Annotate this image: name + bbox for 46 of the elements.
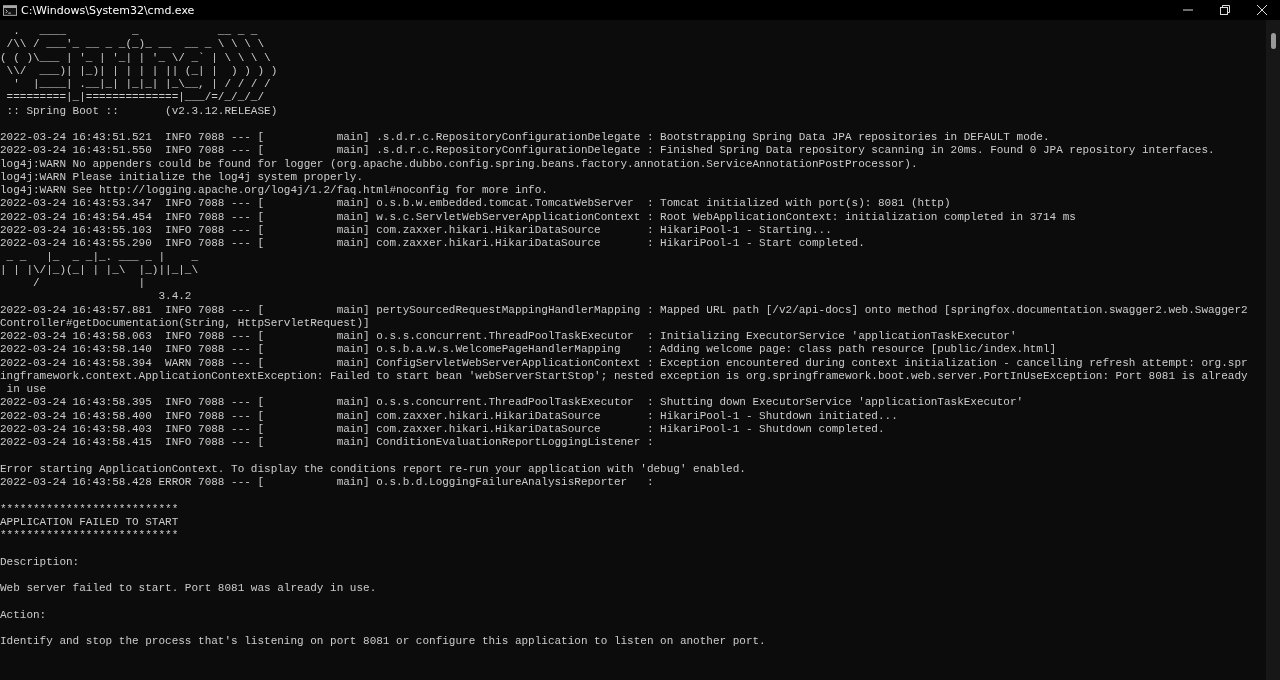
console-line: 2022-03-24 16:43:57.881 INFO 7088 --- [ main] pertySourcedRequestMappingHandlerMapping : Mapped URL path [/v2/api-docs] onto method [springfox.documentation.swagger2.web.Swagger2 <box>0 303 1248 317</box>
console-line: Error starting ApplicationContext. To display the conditions report re-run your application with 'debug' enabled. <box>0 462 746 477</box>
console-line: Description: <box>0 555 80 569</box>
scrollbar[interactable] <box>1266 20 1280 680</box>
console-line: 2022-03-24 16:43:51.550 INFO 7088 --- [ main] .s.d.r.c.RepositoryConfigurationDelegate : Finished Spring Data repository scanning in 20ms. Found 0 JPA repository interfaces. <box>0 144 1215 158</box>
scrollbar-thumb[interactable] <box>1270 33 1276 49</box>
console-line: 2022-03-24 16:43:53.347 INFO 7088 --- [ main] o.s.b.w.embedded.tomcat.TomcatWebServer : Tomcat initialized with port(s): 8081 (http) <box>0 197 951 211</box>
restore-icon[interactable] <box>1220 5 1230 15</box>
console-line: 2022-03-24 16:43:58.394 WARN 7088 --- [ main] ConfigServletWebServerApplicationContext : Exception encountered during context initialization - cancelling refresh attempt: org.spr <box>0 356 1248 370</box>
close-icon[interactable] <box>1257 5 1267 15</box>
console-line: *************************** <box>0 502 179 516</box>
console-line: APPLICATION FAILED TO START <box>0 515 179 530</box>
console-line: ' |____| .__|_| |_|_| |_\__, | / / / / <box>12 78 271 92</box>
console-line: log4j:WARN No appenders could be found for logger (org.apache.dubbo.config.spring.beans.factory.annotation.ServiceAnnotationPostProcessor). <box>0 157 918 171</box>
console-line: 2022-03-24 16:43:58.428 ERROR 7088 --- [ main] o.s.b.d.LoggingFailureAnalysisReporter : <box>0 476 654 490</box>
console-line: Action: <box>0 608 47 622</box>
console-line: 2022-03-24 16:43:58.395 INFO 7088 --- [ main] o.s.s.concurrent.ThreadPoolTaskExecutor : Shutting down ExecutorService 'applicationTaskExecutor' <box>0 396 1024 410</box>
console-line: | | |\/|_)(_| | |_\ |_)||_|_\ <box>0 263 199 278</box>
console-line: 2022-03-24 16:43:51.521 INFO 7088 --- [ main] .s.d.r.c.RepositoryConfigurationDelegate : Bootstrapping Spring Data JPA repositories in DEFAULT mode. <box>0 131 1050 145</box>
console-line: ingframework.context.ApplicationContextException: Failed to start bean 'webServerStartStop'; nested exception is org.springframework.boot.web.server.PortInUseException: Port 8081 is already <box>0 369 1248 384</box>
console-line: / | <box>32 277 146 291</box>
console-line: 2022-03-24 16:43:58.415 INFO 7088 --- [ main] ConditionEvaluationReportLoggingListener : <box>0 436 654 450</box>
console-line: *************************** <box>0 529 179 543</box>
console-line: \\/ ___)| |_)| | | | | || (_| | ) ) ) ) <box>5 64 278 79</box>
console-line: 2022-03-24 16:43:55.290 INFO 7088 --- [ main] com.zaxxer.hikari.HikariDataSource : HikariPool-1 - Start completed. <box>0 237 865 251</box>
console-line: log4j:WARN See http://logging.apache.org/log4j/1.2/faq.html#noconfig for more info. <box>0 184 548 198</box>
console-line: 2022-03-24 16:43:58.403 INFO 7088 --- [ main] com.zaxxer.hikari.HikariDataSource : HikariPool-1 - Shutdown completed. <box>0 422 885 437</box>
console-line: =========|_|==============|___/=/_/_/_/ <box>5 91 265 105</box>
console-line: Identify and stop the process that's listening on port 8081 or configure this application to listen on another port. <box>0 635 766 649</box>
console-line: Web server failed to start. Port 8081 was already in use. <box>0 582 377 596</box>
console-line: 2022-03-24 16:43:58.140 INFO 7088 --- [ main] o.s.b.a.w.s.WelcomePageHandlerMapping : Adding welcome page: class path resource [public/index.html] <box>0 343 1057 357</box>
console-line: ( ( )\___ | '_ | '_| | '_ \/ _` | \ \ \ \ <box>0 51 271 65</box>
console-line: 2022-03-24 16:43:58.063 INFO 7088 --- [ main] o.s.s.concurrent.ThreadPoolTaskExecutor : Initializing ExecutorService 'applicationTaskExecutor' <box>0 330 1017 344</box>
console-line: 2022-03-24 16:43:58.400 INFO 7088 --- [ main] com.zaxxer.hikari.HikariDataSource : HikariPool-1 - Shutdown initiated... <box>0 409 898 423</box>
console-line: 2022-03-24 16:43:54.454 INFO 7088 --- [ main] w.s.c.ServletWebServerApplicationContext : Root WebApplicationContext: initialization completed in 3714 ms <box>0 210 1076 224</box>
console-line: /\\ / ___'_ __ _ _(_)_ __ __ _ \ \ \ \ <box>5 38 265 52</box>
window-title: C:\Windows\System32\cmd.exe <box>21 3 195 17</box>
console-line: Controller#getDocumentation(String, HttpServletRequest)] <box>0 316 370 331</box>
console-line: 2022-03-24 16:43:55.103 INFO 7088 --- [ main] com.zaxxer.hikari.HikariDataSource : HikariPool-1 - Starting... <box>0 224 832 238</box>
terminal-icon <box>3 4 17 16</box>
console-line: :: Spring Boot :: (v2.3.12.RELEASE) <box>5 104 278 118</box>
console-line: log4j:WARN Please initialize the log4j system properly. <box>0 170 364 185</box>
console-line: . ____ _ __ _ _ <box>12 25 258 39</box>
console-line: 3.4.2 <box>157 290 192 304</box>
console-line: in use <box>5 383 47 397</box>
console-line: _ _ |_ _ _|_. ___ _ | _ <box>5 250 199 264</box>
